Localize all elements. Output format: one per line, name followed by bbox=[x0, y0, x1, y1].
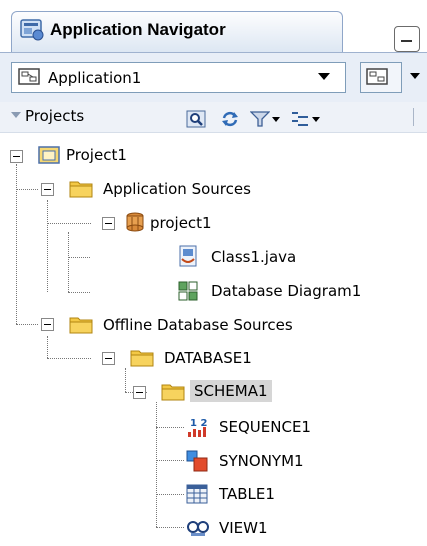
filter-icon[interactable] bbox=[250, 110, 270, 128]
tree-toggle-package[interactable] bbox=[102, 217, 115, 230]
tree-item-sequence[interactable]: SEQUENCE1 bbox=[219, 418, 311, 436]
tree-item-schema[interactable]: SCHEMA1 bbox=[190, 380, 272, 402]
tree-toggle-offline-sources[interactable] bbox=[41, 318, 54, 331]
folder-icon bbox=[161, 384, 185, 401]
navigator-title: Application Navigator bbox=[50, 20, 226, 39]
project-tree: Project1 Application Sources project1 Cl… bbox=[0, 132, 427, 546]
folder-icon bbox=[69, 181, 93, 198]
tree-item-class1[interactable]: Class1.java bbox=[211, 248, 296, 266]
search-icon[interactable] bbox=[186, 110, 206, 128]
table-icon bbox=[186, 484, 208, 504]
refresh-icon[interactable] bbox=[220, 110, 240, 128]
view-icon bbox=[187, 521, 209, 536]
options-icon[interactable] bbox=[290, 110, 310, 128]
application-icon bbox=[18, 68, 40, 85]
sequence-icon: 1 2 bbox=[188, 418, 207, 437]
tree-item-package[interactable]: project1 bbox=[150, 214, 212, 232]
tree-toggle-project1[interactable] bbox=[10, 150, 23, 163]
application-select-value: Application1 bbox=[48, 69, 142, 87]
folder-icon bbox=[69, 317, 93, 334]
projects-section-label: Projects bbox=[25, 107, 85, 125]
tree-item-project1[interactable]: Project1 bbox=[66, 146, 127, 164]
synonym-icon bbox=[186, 450, 208, 472]
java-class-icon bbox=[179, 245, 197, 267]
app-navigator-icon bbox=[20, 19, 44, 41]
project-icon bbox=[38, 146, 60, 164]
tree-toggle-app-sources[interactable] bbox=[41, 183, 54, 196]
tree-item-app-sources[interactable]: Application Sources bbox=[103, 180, 251, 198]
db-diagram-icon bbox=[178, 281, 198, 301]
package-icon bbox=[126, 212, 144, 232]
chevron-down-icon[interactable] bbox=[318, 73, 330, 80]
tree-item-synonym[interactable]: SYNONYM1 bbox=[219, 452, 304, 470]
tree-item-view[interactable]: VIEW1 bbox=[219, 519, 268, 537]
tree-item-db-diagram[interactable]: Database Diagram1 bbox=[211, 282, 361, 300]
collapse-section-icon[interactable] bbox=[11, 112, 21, 118]
application-menu-dropdown-icon[interactable] bbox=[410, 73, 420, 79]
tree-item-offline-sources[interactable]: Offline Database Sources bbox=[103, 316, 293, 334]
filter-dropdown-icon[interactable] bbox=[272, 117, 280, 122]
folder-icon bbox=[130, 350, 154, 367]
tree-toggle-database[interactable] bbox=[102, 352, 115, 365]
tree-item-database[interactable]: DATABASE1 bbox=[164, 349, 252, 367]
options-dropdown-icon[interactable] bbox=[312, 117, 320, 122]
minimize-button[interactable] bbox=[394, 26, 420, 52]
tree-item-table[interactable]: TABLE1 bbox=[219, 485, 275, 503]
tree-toggle-schema[interactable] bbox=[133, 386, 146, 399]
toolbar-separator bbox=[413, 108, 414, 126]
application-menu-icon bbox=[366, 68, 388, 85]
